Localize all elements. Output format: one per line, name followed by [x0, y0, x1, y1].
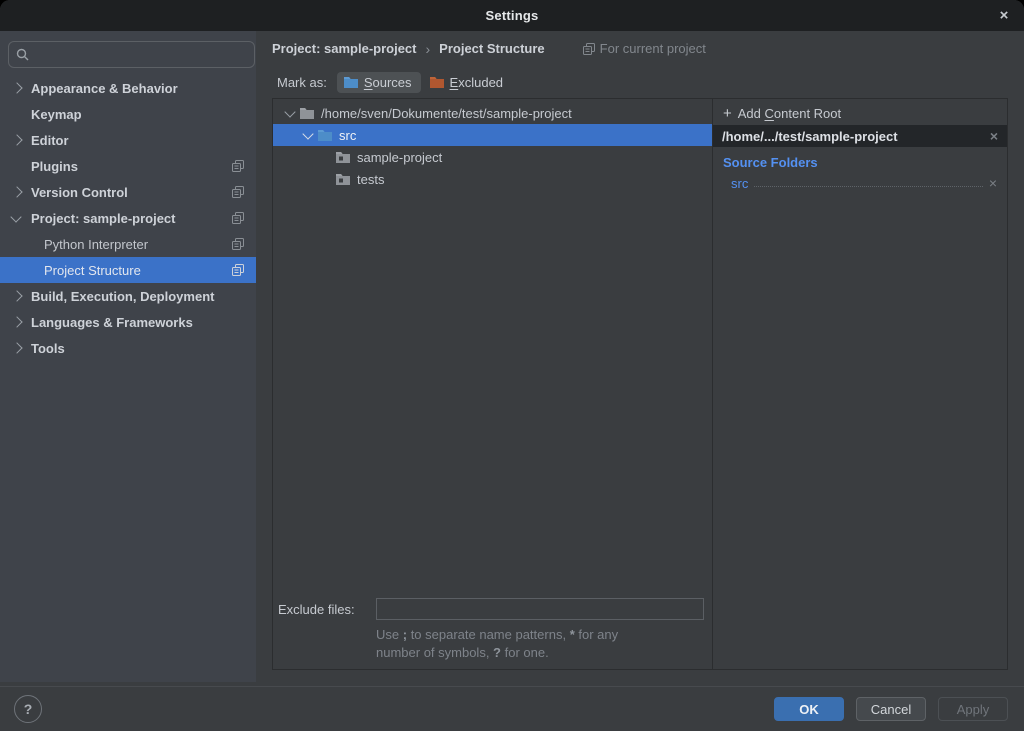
search-icon	[16, 48, 29, 61]
sidebar-item-languages-frameworks[interactable]: Languages & Frameworks	[0, 309, 256, 335]
sidebar-item-plugins[interactable]: Plugins	[0, 153, 256, 179]
breadcrumb-page: Project Structure	[439, 41, 544, 56]
dialog-footer: ? OK Cancel Apply	[0, 682, 1024, 731]
settings-search[interactable]	[8, 41, 255, 68]
exclude-files-hint: Use ; to separate name patterns, * for a…	[376, 626, 704, 662]
tree-row-content-root[interactable]: /home/sven/Dokumente/test/sample-project	[273, 102, 712, 124]
source-folder-row[interactable]: src ×	[731, 175, 997, 191]
chevron-down-icon	[10, 211, 21, 222]
titlebar: Settings ×	[0, 0, 1024, 31]
sidebar-item-tools[interactable]: Tools	[0, 335, 256, 361]
dotted-leader	[754, 186, 982, 187]
content-roots-tree-panel: /home/sven/Dokumente/test/sample-project…	[273, 99, 712, 669]
ok-button[interactable]: OK	[774, 697, 844, 721]
exclude-files-label: Exclude files:	[278, 602, 376, 617]
exclude-files-section: Exclude files: Use ; to separate name pa…	[278, 598, 704, 662]
remove-source-folder-icon[interactable]: ×	[989, 175, 997, 191]
settings-dialog: Settings × Appearance & Behavior Keymap …	[0, 0, 1024, 731]
sidebar-item-build-execution-deployment[interactable]: Build, Execution, Deployment	[0, 283, 256, 309]
chevron-right-icon	[11, 290, 22, 301]
mark-as-toolbar: Mark as: Sources Excluded	[256, 66, 1024, 98]
plus-icon: +	[723, 105, 732, 122]
footer-divider	[0, 686, 1024, 687]
sidebar-item-keymap[interactable]: Keymap	[0, 101, 256, 127]
sources-folder-icon	[343, 75, 359, 89]
content-root-row[interactable]: /home/.../test/sample-project ×	[713, 125, 1007, 147]
chevron-right-icon	[11, 134, 22, 145]
scope-indicator: For current project	[583, 41, 706, 56]
per-project-settings-icon	[232, 160, 244, 175]
per-project-settings-icon	[232, 238, 244, 253]
chevron-right-icon	[11, 82, 22, 93]
folder-icon	[335, 172, 351, 186]
exclude-files-input[interactable]	[376, 598, 704, 620]
sidebar-item-project-sample-project[interactable]: Project: sample-project	[0, 205, 256, 231]
chevron-right-icon	[11, 342, 22, 353]
source-folders-title: Source Folders	[723, 155, 997, 170]
breadcrumb-separator-icon: ›	[426, 41, 431, 57]
mark-as-sources-button[interactable]: Sources	[337, 72, 421, 93]
sidebar-item-editor[interactable]: Editor	[0, 127, 256, 153]
settings-sidebar: Appearance & Behavior Keymap Editor Plug…	[0, 31, 256, 682]
per-project-settings-icon	[232, 212, 244, 227]
per-project-settings-icon	[232, 186, 244, 201]
folder-icon	[335, 150, 351, 164]
per-project-settings-icon	[232, 264, 244, 279]
source-folder-icon	[317, 128, 333, 142]
tree-row-sample-project[interactable]: sample-project	[273, 146, 712, 168]
chevron-right-icon	[11, 186, 22, 197]
chevron-down-icon	[302, 128, 313, 139]
project-structure-panels: /home/sven/Dokumente/test/sample-project…	[272, 98, 1008, 670]
close-icon[interactable]: ×	[993, 0, 1015, 31]
remove-content-root-icon[interactable]: ×	[990, 128, 998, 144]
folder-tree: /home/sven/Dokumente/test/sample-project…	[273, 102, 712, 190]
chevron-down-icon	[284, 106, 295, 117]
apply-button[interactable]: Apply	[938, 697, 1008, 721]
add-content-root-button[interactable]: + Add Content Root	[713, 102, 1007, 125]
sidebar-nav: Appearance & Behavior Keymap Editor Plug…	[0, 75, 256, 361]
help-button[interactable]: ?	[14, 695, 42, 723]
tree-row-src[interactable]: src	[273, 124, 712, 146]
sidebar-item-project-structure[interactable]: Project Structure	[0, 257, 256, 283]
search-input[interactable]	[35, 46, 229, 63]
excluded-folder-icon	[429, 75, 445, 89]
mark-as-label: Mark as:	[277, 75, 327, 90]
chevron-right-icon	[11, 316, 22, 327]
window-title: Settings	[486, 8, 539, 23]
breadcrumb-project: Project: sample-project	[272, 41, 417, 56]
cancel-button[interactable]: Cancel	[856, 697, 926, 721]
tree-row-tests[interactable]: tests	[273, 168, 712, 190]
folder-icon	[299, 106, 315, 120]
sidebar-item-version-control[interactable]: Version Control	[0, 179, 256, 205]
per-project-settings-icon	[583, 43, 595, 55]
question-mark-icon: ?	[24, 701, 33, 717]
breadcrumb: Project: sample-project › Project Struct…	[256, 31, 1024, 66]
mark-as-excluded-button[interactable]: Excluded	[423, 72, 512, 93]
content-root-details-panel: + Add Content Root /home/.../test/sample…	[712, 99, 1007, 669]
sidebar-item-python-interpreter[interactable]: Python Interpreter	[0, 231, 256, 257]
settings-content: Project: sample-project › Project Struct…	[256, 31, 1024, 682]
sidebar-item-appearance-behavior[interactable]: Appearance & Behavior	[0, 75, 256, 101]
